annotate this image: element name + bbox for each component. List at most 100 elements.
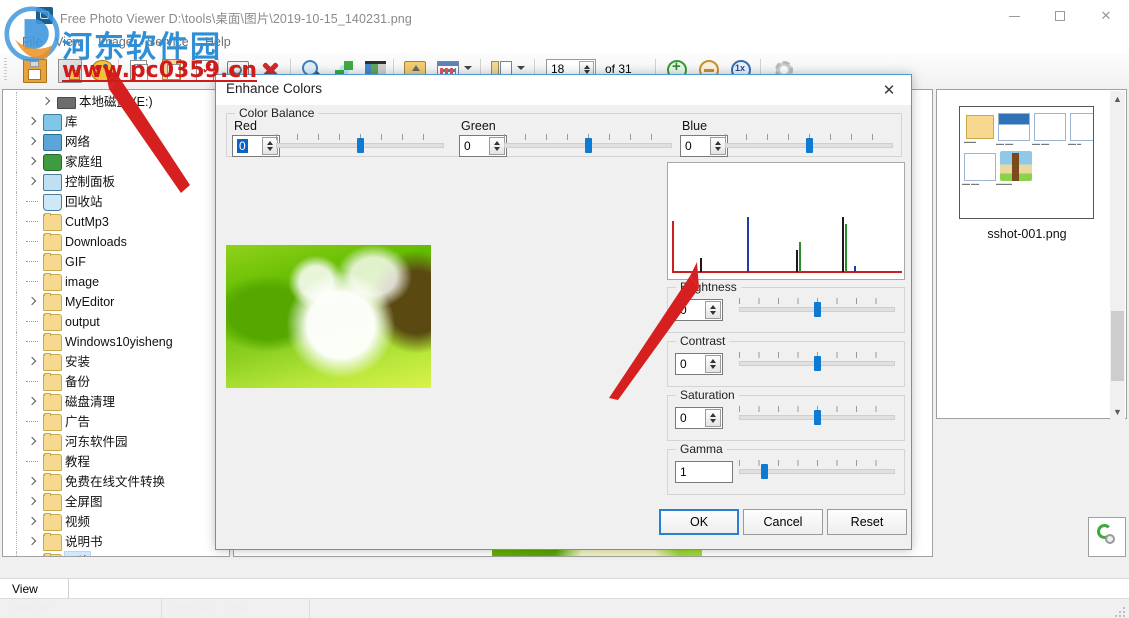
spin-up-icon[interactable] [267,141,273,145]
tree-item[interactable]: 网络 [3,132,215,152]
chevron-right-icon[interactable] [27,437,36,446]
tree-item[interactable]: 磁盘清理 [3,392,215,412]
chevron-right-icon[interactable] [27,157,36,166]
menu-service[interactable]: Service [141,34,195,50]
brightness-thumb[interactable] [814,302,821,317]
green-value-input[interactable]: 0 [459,135,507,157]
thumbnail-scrollbar[interactable]: ▲ ▼ [1110,91,1125,419]
red-slider-track-area[interactable] [276,134,444,156]
close-button[interactable]: ✕ [1083,0,1129,32]
resize-grip-icon[interactable] [1115,605,1127,617]
enhance-colors-button[interactable] [88,57,116,83]
tree-item[interactable]: Downloads [3,232,215,252]
chevron-right-icon[interactable] [27,397,36,406]
scroll-up-icon[interactable]: ▲ [1110,91,1125,106]
dialog-close-button[interactable]: ✕ [867,75,911,105]
tree-item[interactable]: output [3,312,215,332]
tree-item[interactable]: GIF [3,252,215,272]
scroll-down-icon[interactable]: ▼ [1110,404,1125,419]
copy-button[interactable] [126,57,154,83]
tree-item[interactable]: 免费在线文件转换 [3,472,215,492]
thumbnail-image[interactable]: ▬▬▬ ▬▬ ▬▬ ▬▬ ▬▬ ▬▬ ▬ ▬▬ ▬▬ ▬▬▬▬ [959,106,1094,219]
contrast-spinner[interactable] [705,355,721,373]
menu-file[interactable]: File [16,34,48,50]
tree-item[interactable]: 回收站 [3,192,215,212]
chevron-right-icon[interactable] [27,497,36,506]
save-button[interactable] [20,57,48,83]
spin-up-icon[interactable] [494,141,500,145]
spin-up-icon[interactable] [710,305,716,309]
red-thumb[interactable] [357,138,364,153]
spin-up-icon[interactable] [715,141,721,145]
tree-item[interactable]: Windows10yisheng [3,332,215,352]
tree-item[interactable]: image [3,272,215,292]
chevron-right-icon[interactable] [27,357,36,366]
blue-slider-track-area[interactable] [725,134,893,156]
tree-item[interactable]: 本地磁盘 (E:) [3,92,215,112]
brightness-slider[interactable] [739,298,895,320]
menu-image[interactable]: Image [92,34,139,50]
thumbnail-pane[interactable]: ▬▬▬ ▬▬ ▬▬ ▬▬ ▬▬ ▬▬ ▬ ▬▬ ▬▬ ▬▬▬▬ sshot-00… [936,89,1127,419]
exif-chevron-down-icon[interactable] [517,66,525,70]
spin-down-icon[interactable] [710,311,716,315]
contrast-slider[interactable] [739,352,895,374]
green-thumb[interactable] [585,138,592,153]
red-value-input[interactable]: 0 [232,135,280,157]
tree-item[interactable]: 库 [3,112,215,132]
brightness-spinner[interactable] [705,301,721,319]
minimize-button[interactable] [991,0,1037,32]
refresh-icon[interactable] [1095,524,1117,546]
tree-item[interactable]: 备份 [3,372,215,392]
green-slider-track-area[interactable] [504,134,672,156]
paste-button[interactable] [159,57,187,83]
spin-down-icon[interactable] [494,147,500,151]
contrast-value-input[interactable]: 0 [675,353,723,375]
menu-help[interactable]: Help [199,34,237,50]
chevron-right-icon[interactable] [27,117,36,126]
blue-thumb[interactable] [806,138,813,153]
tree-item[interactable]: 河东软件园 [3,432,215,452]
chevron-right-icon[interactable] [27,297,36,306]
saturation-spinner[interactable] [705,409,721,427]
folder-tree-pane[interactable]: 本地磁盘 (E:) 库网络 家庭组 控制面板 回收站 CutMp3 Downloads GIF… [2,89,230,557]
toolbar-grip[interactable] [4,58,7,82]
maximize-button[interactable] [1037,0,1083,32]
chevron-right-icon[interactable] [27,517,36,526]
tree-item[interactable]: CutMp3 [3,212,215,232]
tree-item[interactable]: 安装 [3,352,215,372]
spin-down-icon[interactable] [267,147,273,151]
tree-item[interactable]: 视频 [3,512,215,532]
chevron-right-icon[interactable] [27,177,36,186]
saturation-slider[interactable] [739,406,895,428]
chevron-right-icon[interactable] [27,137,36,146]
tree-item[interactable]: 广告 [3,412,215,432]
contrast-thumb[interactable] [814,356,821,371]
tree-item[interactable]: 说明书 [3,532,215,552]
blue-value-input[interactable]: 0 [680,135,728,157]
spin-down-icon[interactable] [710,419,716,423]
gamma-slider[interactable] [739,460,895,482]
saturation-value-input[interactable]: 0 [675,407,723,429]
chevron-right-icon[interactable] [27,537,36,546]
tree-item[interactable]: 教程 [3,452,215,472]
gamma-value-input[interactable]: 1 [675,461,733,483]
spin-up-icon[interactable] [584,65,590,69]
thumbnail-view-chevron-down-icon[interactable] [464,66,472,70]
brightness-value-input[interactable]: 0 [675,299,723,321]
blue-spinner[interactable] [710,137,726,155]
chevron-right-icon[interactable] [27,477,36,486]
tree-item[interactable]: 家庭组 [3,152,215,172]
tab-view[interactable]: View [6,581,50,597]
spin-up-icon[interactable] [710,413,716,417]
save-as-button[interactable] [55,57,83,83]
tree-item[interactable]: MyEditor [3,292,215,312]
tree-item[interactable]: 控制面板 [3,172,215,192]
reset-button[interactable]: Reset [827,509,907,535]
spin-down-icon[interactable] [710,365,716,369]
saturation-thumb[interactable] [814,410,821,425]
gamma-thumb[interactable] [760,464,768,479]
refresh-pane[interactable] [1088,517,1126,557]
tree-item[interactable]: 图片 [3,551,215,556]
thumbnail-scroll-thumb[interactable] [1111,311,1124,381]
green-spinner[interactable] [489,137,505,155]
